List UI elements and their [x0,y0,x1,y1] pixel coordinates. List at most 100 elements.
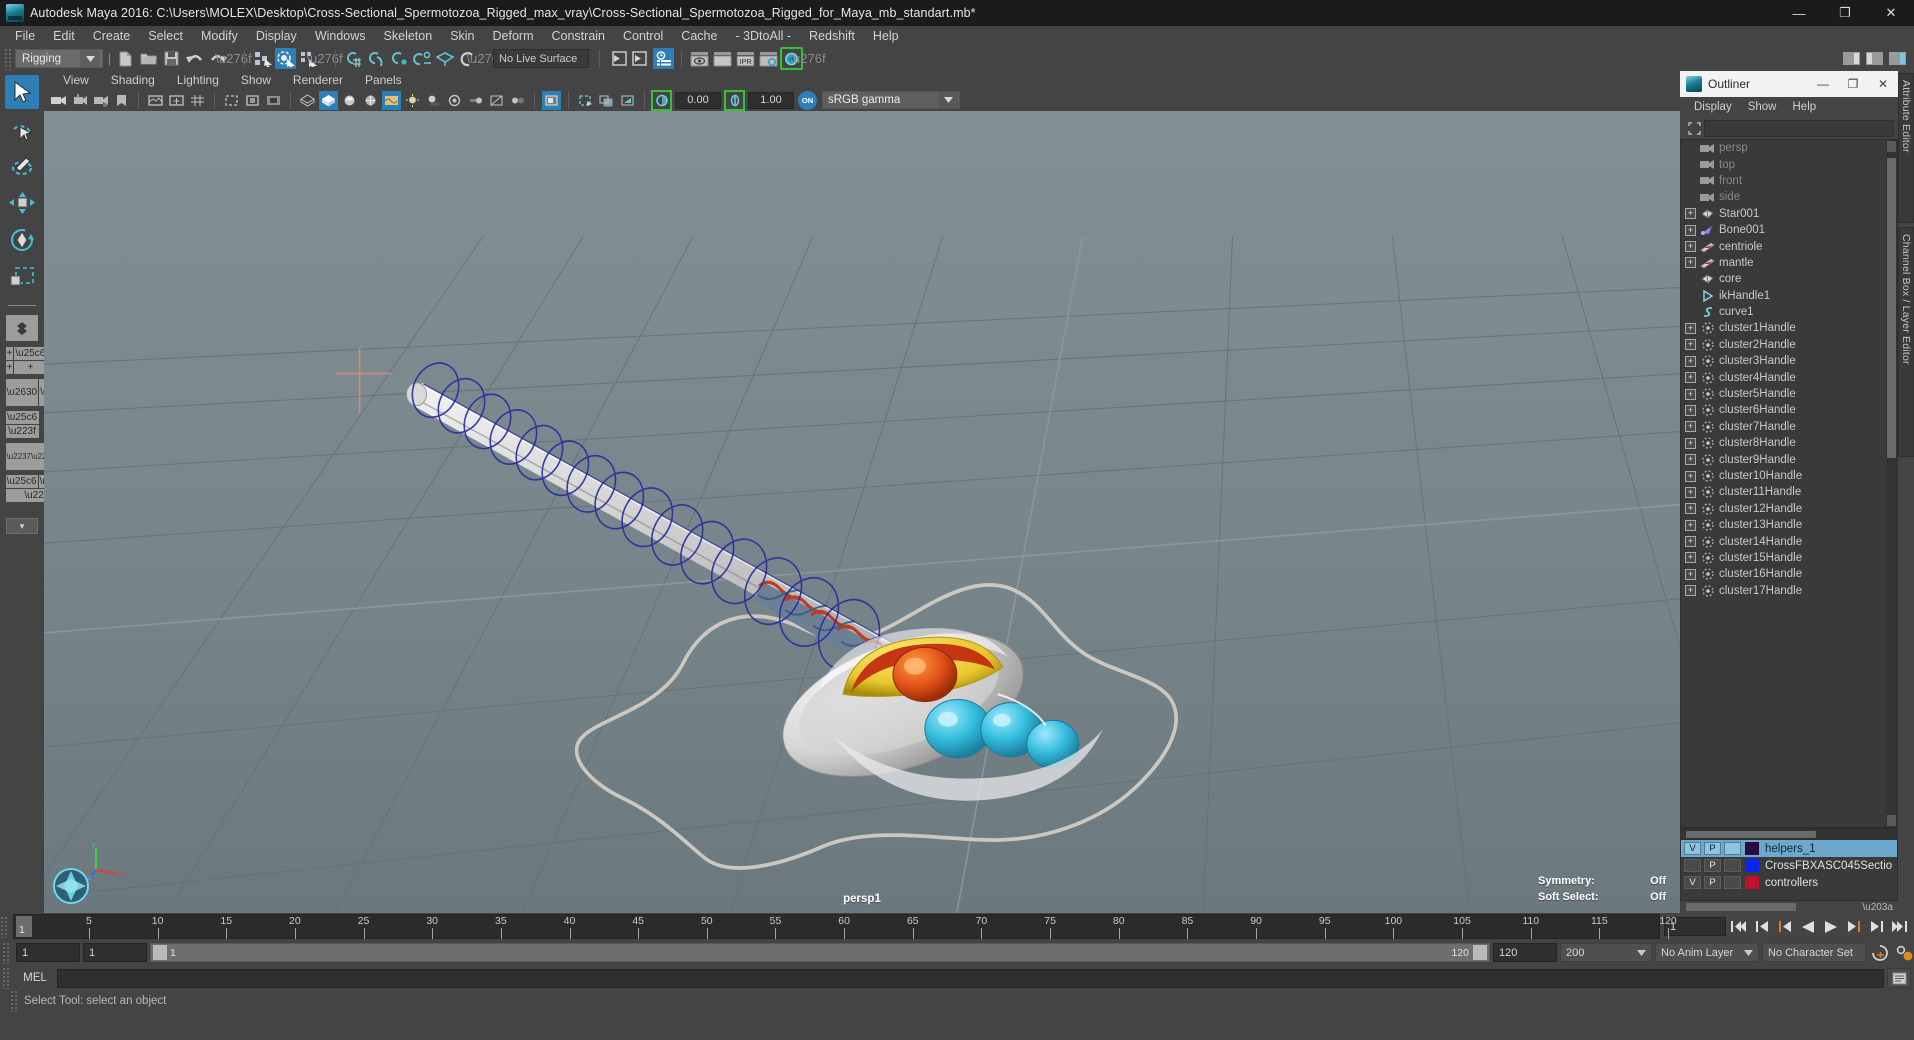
grid-toggle-icon[interactable] [188,91,207,110]
layout-single-perspective-button[interactable] [5,314,39,342]
tab-channel-box-layer-editor[interactable]: Channel Box / Layer Editor [1898,227,1914,457]
step-back-keyframe-icon[interactable] [1751,917,1772,937]
lock-camera-icon[interactable] [70,91,89,110]
undo-icon[interactable] [184,48,205,69]
character-set-dropdown[interactable]: No Character Set [1762,943,1866,962]
layer-scroll-thumb[interactable] [1686,903,1796,911]
playback-end-time-field[interactable]: 120 [1493,943,1557,962]
command-language-label[interactable]: MEL [13,972,57,984]
camera-attributes-icon[interactable] [91,91,110,110]
layout-four-view-button[interactable]: + \u25c6 + + [5,346,39,374]
expand-toggle-icon[interactable]: + [1685,323,1696,334]
range-right-handle[interactable] [1473,945,1487,960]
outliner-hscroll-thumb[interactable] [1686,831,1816,838]
layer-visibility-toggle[interactable]: V [1684,842,1701,855]
scale-tool-button[interactable] [5,260,39,294]
menu-skin[interactable]: Skin [441,26,483,46]
outliner-item-cluster15Handle[interactable]: +cluster15Handle [1681,550,1897,566]
menu-help[interactable]: Help [864,26,908,46]
outliner-item-cluster5Handle[interactable]: +cluster5Handle [1681,386,1897,402]
outliner-item-cluster8Handle[interactable]: +cluster8Handle [1681,435,1897,451]
outliner-item-cluster3Handle[interactable]: +cluster3Handle [1681,353,1897,369]
exposure-icon[interactable] [652,91,671,110]
snap-to-point-icon[interactable] [389,48,410,69]
command-input[interactable] [57,969,1884,988]
menu-3dtoall[interactable]: - 3DtoAll - [726,26,800,46]
cmdline-grip[interactable] [2,967,10,989]
menuset-dropdown[interactable]: Rigging [15,49,103,68]
menu-skeleton[interactable]: Skeleton [375,26,442,46]
range-left-handle[interactable] [153,945,167,960]
time-slider[interactable]: 1 51015202530354045505560657075808590951… [13,914,1660,939]
menu-control[interactable]: Control [614,26,672,46]
outliner-item-cluster14Handle[interactable]: +cluster14Handle [1681,533,1897,549]
shade-all-icon[interactable] [340,91,359,110]
channel-box-toggle-icon[interactable] [653,48,674,69]
xray-active-components-icon[interactable] [618,91,637,110]
tab-attribute-editor[interactable]: Attribute Editor [1898,73,1914,223]
paint-select-tool-button[interactable] [5,149,39,183]
animation-preferences-icon[interactable] [1893,943,1914,963]
panel-menu-show[interactable]: Show [230,73,282,87]
screen-space-ao-icon[interactable] [445,91,464,110]
show-input-connections-icon[interactable] [607,48,628,69]
texture-toggle-icon[interactable] [382,91,401,110]
outliner-maximize-button[interactable]: ❐ [1838,71,1868,97]
layer-visibility-toggle[interactable] [1684,859,1701,872]
expand-toggle-icon[interactable]: + [1685,585,1696,596]
outliner-item-cluster11Handle[interactable]: +cluster11Handle [1681,484,1897,500]
outliner-item-top[interactable]: top [1681,156,1897,172]
outliner-item-cluster7Handle[interactable]: +cluster7Handle [1681,419,1897,435]
outliner-item-cluster12Handle[interactable]: +cluster12Handle [1681,501,1897,517]
outliner-menu-show[interactable]: Show [1740,101,1785,113]
animation-start-time-field[interactable]: 1 [16,943,80,962]
menu-file[interactable]: File [6,26,44,46]
wireframe-on-shaded-icon[interactable] [361,91,380,110]
expand-toggle-icon[interactable]: + [1685,405,1696,416]
sidebar-tool-settings-icon[interactable] [1864,48,1885,69]
sidebar-attribute-editor-icon[interactable] [1841,48,1862,69]
menu-cache[interactable]: Cache [672,26,726,46]
rangeslider-grip[interactable] [2,942,10,964]
outliner-item-centriole[interactable]: +centriole [1681,238,1897,254]
gamma-value[interactable]: 1.00 [748,92,794,109]
expand-toggle-icon[interactable]: + [1685,356,1696,367]
script-editor-icon[interactable] [1887,968,1911,988]
selection-filter-icon[interactable] [1684,122,1704,135]
color-management-toggle[interactable]: ON [798,91,817,110]
film-gate-icon[interactable] [222,91,241,110]
outliner-item-cluster16Handle[interactable]: +cluster16Handle [1681,566,1897,582]
anim-layer-dropdown[interactable]: No Anim Layer [1655,943,1759,962]
two-d-pan-zoom-icon[interactable] [167,91,186,110]
layer-color-swatch[interactable] [1745,842,1759,855]
menu-windows[interactable]: Windows [306,26,375,46]
layer-playback-toggle[interactable]: P [1704,859,1721,872]
gamma-icon[interactable] [725,91,744,110]
outliner-menu-help[interactable]: Help [1785,101,1825,113]
sidebar-channel-box-icon[interactable] [1887,48,1908,69]
menu-modify[interactable]: Modify [192,26,247,46]
outliner-item-ikHandle1[interactable]: ikHandle1 [1681,288,1897,304]
outliner-minimize-button[interactable]: — [1808,71,1838,97]
save-scene-icon[interactable] [161,48,182,69]
resolution-gate-icon[interactable] [243,91,262,110]
go-to-start-icon[interactable] [1728,917,1749,937]
lighting-toggle-icon[interactable] [403,91,422,110]
expand-toggle-icon[interactable]: + [1685,438,1696,449]
minimize-button[interactable]: — [1776,0,1822,26]
view-compass[interactable] [52,867,90,905]
layout-persp-graph-outliner-button[interactable]: \u25c6 \u25a4 \u223f [5,474,39,502]
outliner-item-Star001[interactable]: +Star001 [1681,206,1897,222]
layer-color-swatch[interactable] [1745,876,1759,889]
layer-type-toggle[interactable] [1724,876,1741,889]
outliner-item-cluster4Handle[interactable]: +cluster4Handle [1681,369,1897,385]
helpline-grip[interactable] [10,990,18,1012]
panel-menu-lighting[interactable]: Lighting [166,73,230,87]
panel-menu-panels[interactable]: Panels [354,73,413,87]
shadows-icon[interactable] [424,91,443,110]
expand-toggle-icon[interactable]: + [1685,520,1696,531]
layer-type-toggle[interactable] [1724,842,1741,855]
outliner-scroll-thumb[interactable] [1887,158,1896,458]
outliner-item-mantle[interactable]: +mantle [1681,255,1897,271]
outliner-item-cluster9Handle[interactable]: +cluster9Handle [1681,451,1897,467]
